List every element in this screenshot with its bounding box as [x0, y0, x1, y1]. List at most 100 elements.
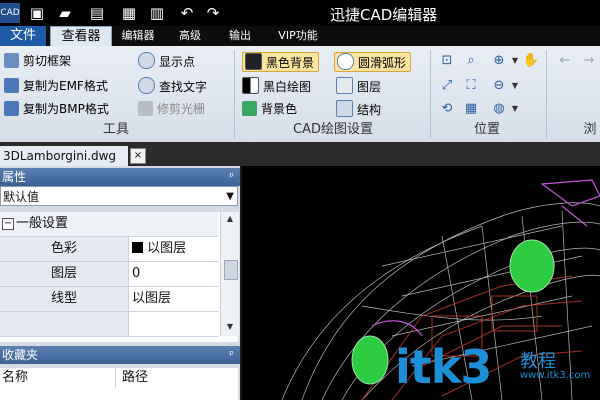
window-title: 迅捷CAD编辑器: [330, 6, 438, 24]
crosshair-icon: [138, 52, 155, 69]
chevron-down-icon[interactable]: ▼: [506, 77, 524, 95]
structure-icon: [336, 100, 353, 117]
watermark-url: www.itk3.com: [520, 370, 591, 381]
group-label-position: 位置: [473, 122, 500, 137]
grid-icon[interactable]: ▦: [462, 100, 480, 118]
property-name: [0, 312, 129, 336]
tab-vip[interactable]: VIP功能: [270, 26, 326, 46]
rotate-icon[interactable]: ⟲: [438, 100, 456, 118]
property-row[interactable]: 色彩 以图层: [0, 237, 218, 262]
property-scrollbar[interactable]: ▲ ▼: [220, 212, 239, 336]
scroll-thumb[interactable]: [224, 260, 238, 280]
property-row: [0, 312, 218, 337]
trim-icon: [138, 101, 153, 116]
app-logo[interactable]: CAD: [0, 3, 20, 23]
pin-icon[interactable]: ᵖ: [229, 168, 234, 186]
undo-icon[interactable]: ↶: [178, 4, 196, 22]
rear-wheel-marker: [351, 335, 389, 385]
property-grid: − 一般设置 色彩 以图层 图层 0 线型 以图层 ▲ ▼: [0, 212, 239, 342]
title-bar: CAD ▣ ▰ ▤ ▦ ▥ ↶ ↷ 迅捷CAD编辑器: [0, 0, 600, 26]
layers-button[interactable]: 图层: [336, 77, 381, 95]
open-icon[interactable]: ▰: [56, 4, 74, 22]
zoom-window-icon[interactable]: ⊡: [438, 52, 456, 70]
property-value[interactable]: 以图层: [130, 287, 220, 311]
scroll-down-icon[interactable]: ▼: [221, 320, 239, 334]
property-name: 色彩: [0, 237, 129, 261]
smooth-arc-button[interactable]: 圆滑弧形: [334, 52, 412, 72]
ribbon-separator: [234, 50, 235, 138]
section-label: 一般设置: [16, 216, 69, 231]
chevron-down-icon[interactable]: ▼: [226, 187, 234, 207]
tab-viewer[interactable]: 查看器: [50, 26, 112, 47]
column-header-name[interactable]: 名称: [0, 368, 116, 388]
pdf-icon[interactable]: ▦: [120, 4, 138, 22]
ribbon-separator: [430, 50, 431, 138]
zoom-search-icon[interactable]: ⌕: [462, 52, 480, 70]
color-swatch-icon: [132, 242, 143, 253]
trim-raster-button[interactable]: 修剪光栅: [138, 100, 205, 118]
copy-emf-button[interactable]: 复制为EMF格式: [4, 77, 108, 95]
front-wheel-marker: [509, 239, 555, 293]
structure-button[interactable]: 结构: [336, 100, 381, 118]
properties-title: 属性: [2, 170, 27, 184]
favorites-title: 收藏夹: [2, 348, 39, 362]
mono-icon: [242, 77, 259, 94]
tab-output[interactable]: 输出: [222, 26, 258, 46]
scroll-up-icon[interactable]: ▲: [221, 212, 239, 226]
background-color-button[interactable]: 背景色: [242, 100, 297, 118]
tab-editor[interactable]: 编辑器: [116, 26, 160, 46]
clip-icon: [4, 53, 19, 68]
tab-advanced[interactable]: 高级: [172, 26, 208, 46]
close-icon[interactable]: ×: [130, 148, 146, 164]
favorites-panel-header: 收藏夹 ᵖ: [0, 346, 240, 364]
back-arrow-icon[interactable]: ←: [556, 52, 574, 70]
property-name: 图层: [0, 262, 129, 286]
black-background-button[interactable]: 黑色背景: [242, 52, 320, 72]
find-text-button[interactable]: 查找文字: [138, 77, 207, 95]
clip-frame-button[interactable]: 剪切框架: [4, 52, 71, 70]
ribbon: 剪切框架 复制为EMF格式 复制为BMP格式 显示点 查找文字 修剪光栅 工具 …: [0, 46, 600, 143]
left-panel: 属性 ᵖ 默认值 ▼ − 一般设置 色彩 以图层 图层 0 线型 以图层 ▲ ▼…: [0, 166, 240, 400]
properties-panel-header: 属性 ᵖ: [0, 168, 240, 186]
property-row[interactable]: 图层 0: [0, 262, 218, 287]
black-bg-icon: [245, 53, 262, 70]
layers-icon: [336, 77, 353, 94]
favorites-list: 名称 路径: [0, 368, 238, 400]
chevron-down-icon[interactable]: ▼: [506, 100, 524, 118]
mono-draw-button[interactable]: 黑白绘图: [242, 77, 311, 95]
document-tab[interactable]: 3DLamborgini.dwg: [0, 146, 128, 166]
show-points-button[interactable]: 显示点: [138, 52, 195, 70]
fit-all-icon[interactable]: ⛶: [462, 77, 480, 95]
ribbon-separator: [546, 50, 547, 138]
fit-page-icon[interactable]: ⤢: [438, 77, 456, 95]
watermark-logo: itk3: [395, 340, 492, 394]
property-value[interactable]: 以图层: [130, 237, 218, 261]
new-icon[interactable]: ▣: [28, 4, 46, 22]
properties-combo[interactable]: 默认值 ▼: [0, 186, 238, 206]
column-header-path[interactable]: 路径: [118, 368, 238, 388]
bmp-icon: [4, 101, 19, 116]
menu-file[interactable]: 文件: [0, 26, 46, 46]
print-icon[interactable]: ▥: [148, 4, 166, 22]
find-icon: [138, 77, 155, 94]
collapse-icon[interactable]: −: [2, 218, 14, 230]
forward-arrow-icon[interactable]: →: [580, 52, 598, 70]
menu-bar: 文件 查看器 编辑器 高级 输出 VIP功能: [0, 26, 600, 47]
group-label-cad-settings: CAD绘图设置: [293, 122, 373, 137]
bg-color-icon: [242, 101, 257, 116]
save-icon[interactable]: ▤: [88, 4, 106, 22]
property-value[interactable]: 0: [130, 262, 220, 286]
property-section[interactable]: − 一般设置: [0, 212, 218, 237]
pin-icon[interactable]: ᵖ: [229, 346, 234, 364]
document-tab-bar: 3DLamborgini.dwg ×: [0, 142, 600, 166]
emf-icon: [4, 78, 19, 93]
properties-combo-value: 默认值: [3, 190, 40, 204]
copy-bmp-button[interactable]: 复制为BMP格式: [4, 100, 109, 118]
property-row[interactable]: 线型 以图层: [0, 287, 218, 312]
arc-icon: [337, 53, 354, 70]
group-label-browse: 浏: [583, 122, 597, 137]
redo-icon[interactable]: ↷: [204, 4, 222, 22]
pan-hand-icon[interactable]: ✋: [522, 52, 540, 70]
property-name: 线型: [0, 287, 129, 311]
group-label-tools: 工具: [102, 122, 129, 137]
